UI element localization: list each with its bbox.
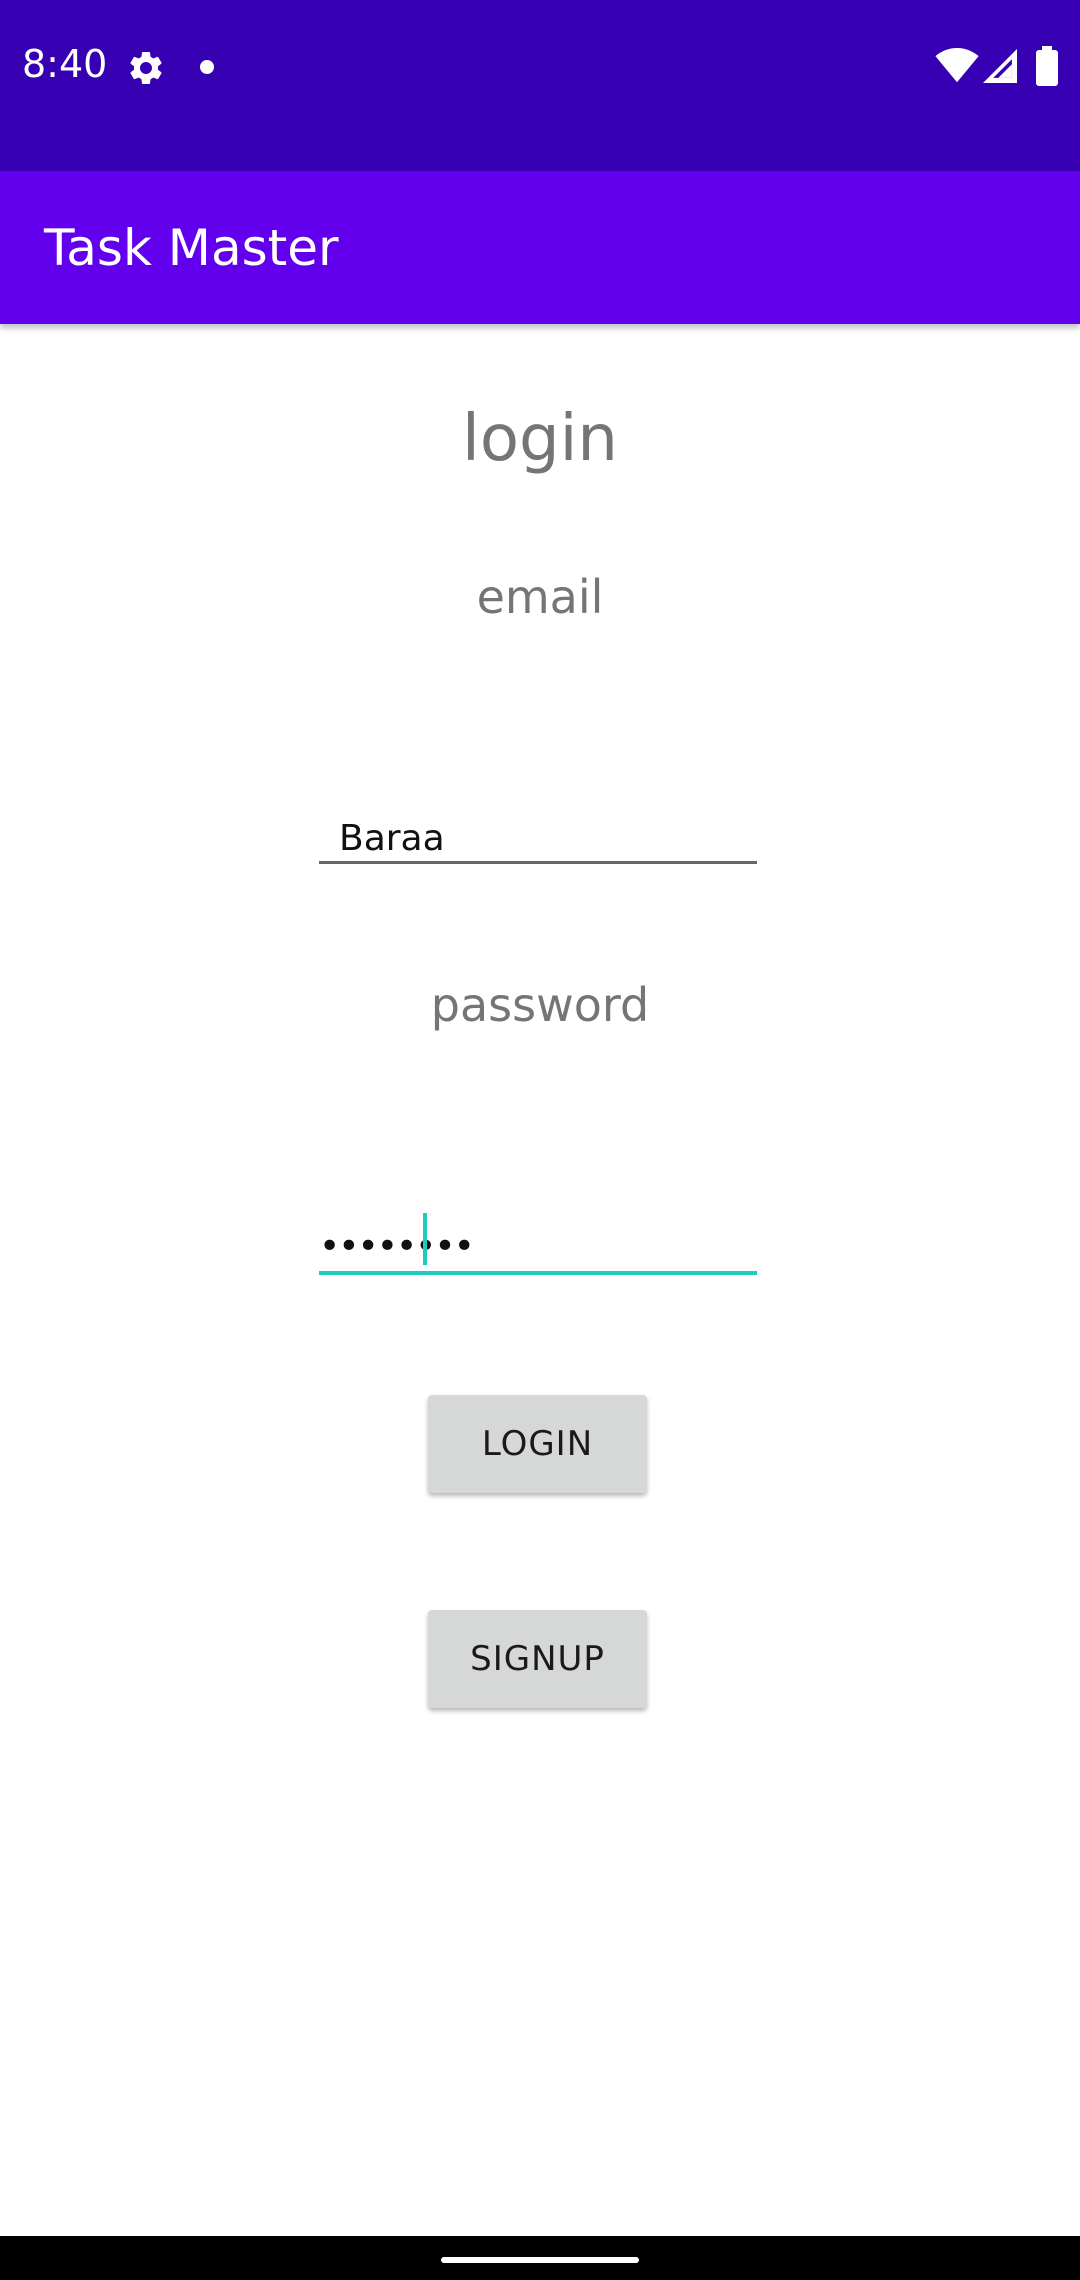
status-time: 8:40 bbox=[22, 42, 108, 86]
login-button[interactable]: LOGIN bbox=[428, 1395, 647, 1493]
login-title: login bbox=[462, 402, 618, 476]
app-bar: Task Master bbox=[0, 171, 1080, 324]
text-cursor bbox=[423, 1213, 427, 1265]
password-value: •••••••• bbox=[319, 1226, 475, 1267]
navigation-bar bbox=[0, 2236, 1080, 2280]
battery-icon bbox=[1036, 46, 1058, 86]
home-gesture-handle[interactable] bbox=[441, 2257, 639, 2263]
wifi-icon bbox=[935, 48, 979, 83]
notification-dot-icon bbox=[200, 60, 214, 74]
signup-button[interactable]: SIGNUP bbox=[428, 1610, 647, 1708]
login-screen: 8:40 Task Master login email Baraa passw… bbox=[0, 0, 1080, 2280]
signal-icon bbox=[983, 49, 1017, 83]
email-value: Baraa bbox=[339, 818, 445, 859]
app-title: Task Master bbox=[44, 219, 339, 277]
email-label: email bbox=[476, 570, 604, 624]
password-label: password bbox=[430, 978, 650, 1032]
status-bar: 8:40 bbox=[0, 0, 1080, 171]
email-field[interactable]: Baraa bbox=[319, 812, 757, 864]
password-field[interactable]: •••••••• bbox=[319, 1208, 757, 1275]
gear-icon bbox=[130, 51, 162, 84]
